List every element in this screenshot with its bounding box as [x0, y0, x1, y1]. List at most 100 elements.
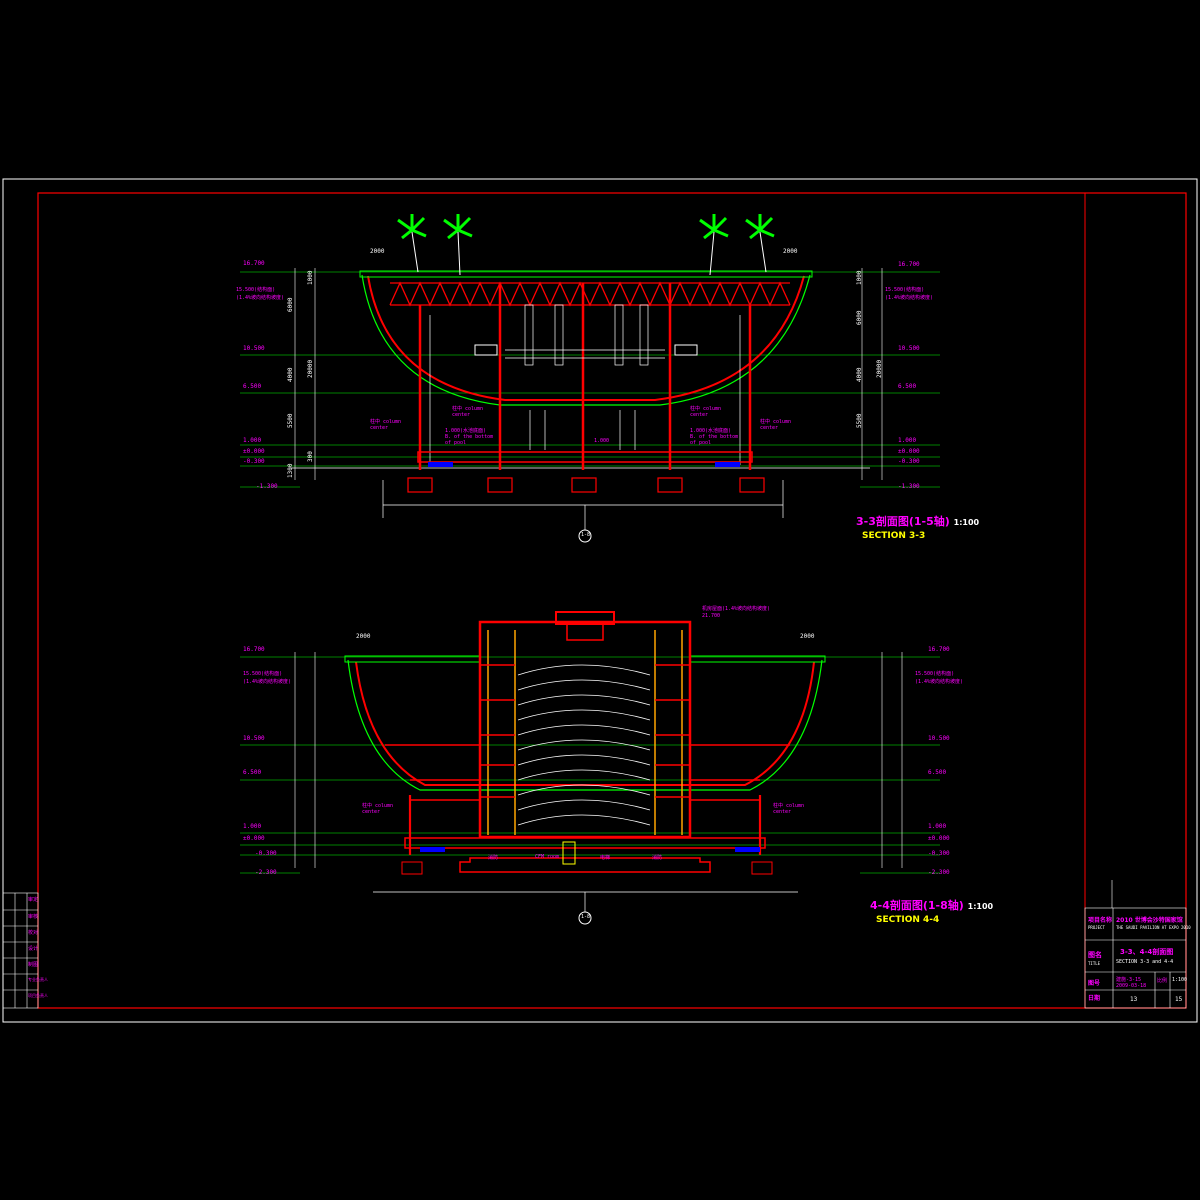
- drawing-canvas: [2, 178, 1198, 1023]
- note-column-center-right: 柱中 column center: [690, 406, 722, 418]
- sheet-no: 建施-3-15: [1116, 977, 1142, 983]
- level-right-9-44: -2.300: [928, 869, 950, 876]
- vdim-right-3: 5500: [856, 413, 863, 428]
- note-pool-right: 1.000(水池底面) B. of the bottom of pool: [690, 428, 739, 446]
- project-name: 2010 世博会沙特国家馆: [1116, 917, 1183, 924]
- vdim-right-1: 6000: [856, 310, 863, 325]
- level-left-5-44: 6.500: [243, 769, 262, 776]
- palm-icon: [699, 214, 729, 276]
- level-left-3: (1.4%坡向结构坡度): [236, 295, 285, 301]
- level-lines-44: [240, 656, 940, 874]
- vdim-left-7: 1000: [307, 270, 314, 285]
- palm-trees: [397, 214, 775, 276]
- level-left-3-44: (1.4%坡向结构坡度): [243, 679, 292, 685]
- dim-right-top: 2000: [783, 248, 798, 255]
- drawing-name-en: SECTION 3-3 and 4-4: [1116, 959, 1174, 965]
- level-right-7: ±0.000: [898, 448, 920, 455]
- pool-left: [428, 462, 453, 467]
- level-left-6-44: 1.000: [243, 823, 262, 830]
- axis-bubble-label: 1-8: [581, 532, 591, 538]
- room-label-3: 电梯: [600, 855, 611, 861]
- palm-icon: [397, 214, 427, 273]
- level-left-1-44: 16.700: [243, 646, 265, 653]
- scale-label: 比例: [1157, 978, 1168, 984]
- palm-icon: [745, 214, 775, 273]
- level-left-7-44: ±0.000: [243, 835, 265, 842]
- stamp-row-5: 制图: [28, 962, 39, 968]
- footings: [407, 477, 765, 493]
- level-right-2-44: 15.500(结构面): [915, 671, 955, 677]
- level-left-2-44: 15.500(结构面): [243, 671, 283, 677]
- level-left-8-44: -0.300: [255, 850, 277, 857]
- level-right-8: -0.300: [898, 458, 920, 465]
- section-3-3: [240, 268, 940, 543]
- level-right-6: 1.000: [898, 437, 917, 444]
- project-name-en: THE SAUDI PAVILION AT EXPO 2010: [1116, 925, 1191, 930]
- top-note-level: 21.700: [702, 613, 721, 619]
- core-tower: [478, 620, 692, 839]
- ground-slab-44: [404, 837, 766, 849]
- top-note: 机房屋面(1.4%坡向结构坡度): [702, 606, 771, 612]
- level-right-4: 10.500: [898, 345, 920, 352]
- vdim-left-1: 6000: [287, 297, 294, 312]
- note-column-right: 柱中 column center: [760, 419, 792, 431]
- level-left-4-44: 10.500: [243, 735, 265, 742]
- axis-bubble-label-44: 1-8: [581, 914, 591, 920]
- level-right-6-44: 1.000: [928, 823, 947, 830]
- pool-right: [715, 462, 740, 467]
- project-label: 项目名称: [1088, 917, 1113, 924]
- drawing-name: 3-3、4-4剖面图: [1120, 948, 1174, 956]
- level-left-1: 16.700: [243, 260, 265, 267]
- date-label: 日期: [1088, 995, 1101, 1002]
- scale-value: 1:100: [1172, 977, 1188, 983]
- note-column-right-44: 柱中 column center: [773, 803, 805, 815]
- level-right-1-44: 16.700: [928, 646, 950, 653]
- palm-icon: [443, 214, 473, 276]
- level-right-3: (1.4%坡向结构坡度): [885, 295, 934, 301]
- room-label-2: CFM room: [535, 854, 560, 860]
- level-left-4: 10.500: [243, 345, 265, 352]
- note-column-left-44: 柱中 column center: [362, 803, 394, 815]
- level-left-7: ±0.000: [243, 448, 265, 455]
- footing-right: [751, 861, 773, 875]
- pool-left-44: [420, 847, 445, 852]
- bowl-inner-shell-44: [355, 661, 815, 786]
- section-4-4: [240, 611, 940, 925]
- roof-truss: [389, 281, 791, 307]
- level-right-9: -1.300: [898, 483, 920, 490]
- note-pool-left: 1.000(水池底面) B. of the bottom of pool: [445, 428, 494, 446]
- level-left-9-44: -2.300: [255, 869, 277, 876]
- level-left-5: 6.500: [243, 383, 262, 390]
- section-3-3-title-en: SECTION 3-3: [862, 531, 926, 541]
- level-right-2: 15.500(结构面): [885, 287, 925, 293]
- stamp-row-3: 校对: [28, 930, 39, 936]
- level-right-1: 16.700: [898, 261, 920, 268]
- level-left-6: 1.000: [243, 437, 262, 444]
- page-total: 15: [1175, 996, 1183, 1003]
- drawing-label: 图名: [1088, 951, 1102, 959]
- level-right-5-44: 6.500: [928, 769, 947, 776]
- stamp-row-4: 设计: [28, 946, 39, 952]
- core-walls: [487, 630, 683, 835]
- level-right-3-44: (1.4%坡向结构坡度): [915, 679, 964, 685]
- vdim-left-5: 300: [307, 451, 314, 462]
- section-4-4-title-en: SECTION 4-4: [876, 915, 940, 925]
- lift-machine-room: [566, 623, 604, 641]
- sheet-no-label: 图号: [1088, 980, 1101, 987]
- vertical-dims: [294, 268, 883, 480]
- stamp-row-7: 项目负责人: [28, 993, 48, 998]
- level-right-4-44: 10.500: [928, 735, 950, 742]
- dim-right-top-44: 2000: [800, 633, 815, 640]
- level-left-8: -0.300: [243, 458, 265, 465]
- level-right-8-44: -0.300: [928, 850, 950, 857]
- room-label-1: 消防: [488, 855, 499, 861]
- date: 2009-03-18: [1116, 983, 1147, 989]
- vdim-right-4: 20000: [876, 359, 883, 378]
- note-floor-level: 1.000: [594, 438, 610, 444]
- page-number: 13: [1130, 996, 1138, 1003]
- dim-left-top: 2000: [370, 248, 385, 255]
- drawing-label-en: TITLE: [1088, 961, 1101, 966]
- bowl-inner-shell: [367, 275, 805, 401]
- stamp-row-2: 审核: [28, 914, 39, 920]
- inner-border: [37, 192, 1187, 1009]
